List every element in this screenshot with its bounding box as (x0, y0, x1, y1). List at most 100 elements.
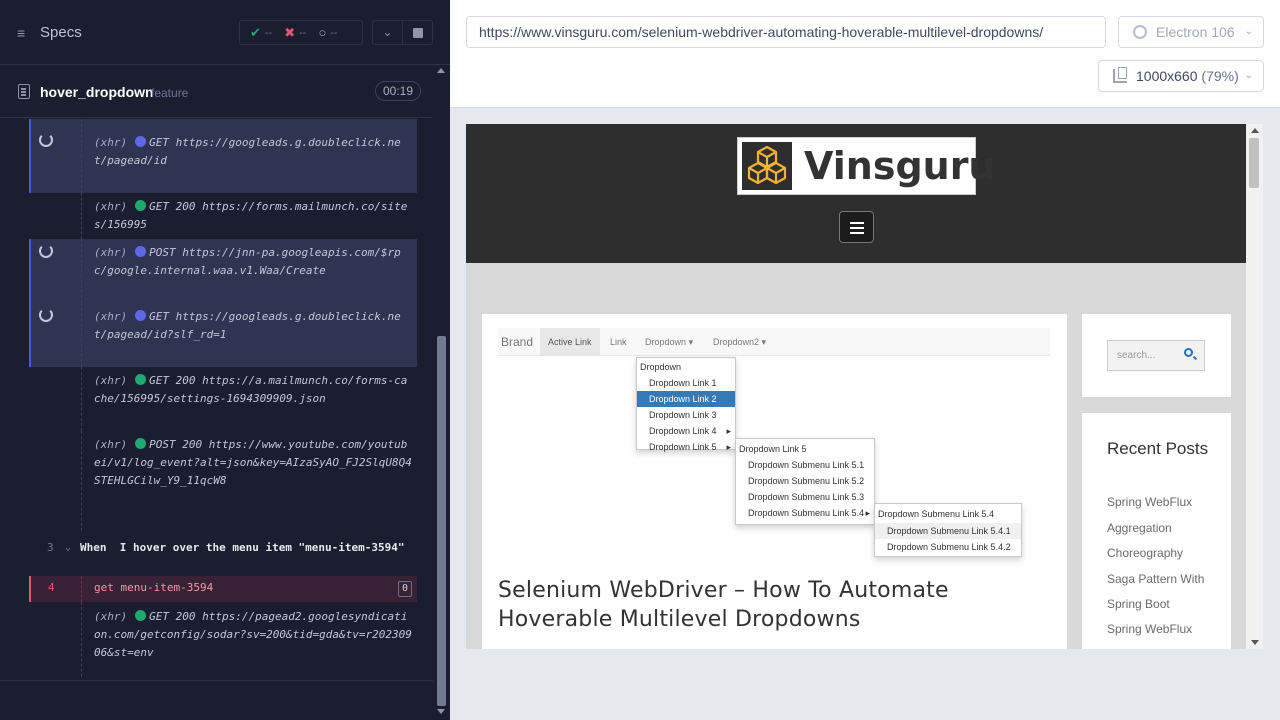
recent-post-link[interactable]: Choreography (1107, 546, 1227, 560)
demo-nav-item: Dropdown2 ▾ (713, 337, 767, 347)
demo-menu-item: Dropdown Submenu Link 5.4.1 (875, 523, 1021, 539)
chevron-down-icon[interactable]: ⌄ (372, 20, 403, 45)
failed-command-get[interactable]: 4 get menu-item-3594 0 (29, 576, 417, 602)
site-scrollbar[interactable] (1246, 124, 1263, 649)
command-log-item[interactable]: (xhr) GET https://googleads.g.doubleclick… (29, 303, 417, 367)
spinner-icon (39, 133, 53, 147)
viewport-label: 1000x660 (79%) (1136, 61, 1239, 91)
dropdown-demo-image: Brand Active Link Link Dropdown ▾ Dropdo… (498, 328, 1050, 566)
pending-dot-icon (135, 246, 147, 257)
command-number: 4 (48, 581, 55, 594)
failed-x-icon: ✖ (284, 24, 296, 40)
scrollbar-thumb[interactable] (1249, 138, 1259, 188)
failed-count: -- (299, 26, 307, 39)
command-type: (xhr) (94, 374, 128, 387)
recent-post-link[interactable]: Aggregation (1107, 521, 1227, 535)
success-dot-icon (135, 374, 147, 385)
command-log-item[interactable]: (xhr) POST 200 https://www.youtube.com/yo… (29, 431, 417, 531)
demo-menu-item: Dropdown Submenu Link 5.4.2 (887, 542, 1011, 552)
website-iframe[interactable]: Vinsguru Brand Active Link Link Dropdown… (466, 124, 1263, 649)
reporter-scrollbar[interactable] (433, 66, 450, 720)
scroll-up-arrow-icon[interactable] (1251, 128, 1259, 133)
stop-icon (413, 28, 423, 38)
command-log-item[interactable]: (xhr) GET https://googleads.g.doubleclick… (29, 119, 417, 193)
app-under-test-panel: https://www.vinsguru.com/selenium-webdri… (450, 0, 1280, 720)
command-status: 200 (175, 374, 196, 387)
command-method: GET (149, 200, 169, 213)
step-when[interactable]: 3 ⌄ When I hover over the menu item "men… (29, 532, 417, 576)
command-type: (xhr) (94, 610, 128, 623)
command-log-item[interactable]: (xhr) GET 200 https://forms.mailmunch.co/… (29, 193, 417, 239)
stop-button[interactable] (403, 20, 433, 45)
success-dot-icon (135, 200, 147, 211)
demo-brand: Brand (501, 335, 534, 349)
command-type: (xhr) (94, 200, 128, 213)
spec-name: hover_dropdown (40, 84, 154, 100)
sidebar-search-widget: search... (1082, 314, 1231, 397)
search-icon[interactable] (1184, 348, 1193, 357)
post-title[interactable]: Selenium WebDriver – How To Automate Hov… (498, 576, 1058, 634)
pending-dot-icon (135, 310, 147, 321)
command-text: get menu-item-3594 (81, 576, 213, 602)
scrollbar-thumb[interactable] (437, 336, 446, 706)
command-status: 200 (175, 610, 196, 623)
command-method: GET (149, 374, 169, 387)
spec-duration: 00:19 (375, 81, 422, 101)
divider (0, 680, 433, 681)
command-method: GET (149, 310, 169, 323)
demo-nav-item: Dropdown ▾ (645, 337, 694, 347)
passed-count: -- (264, 26, 273, 39)
command-status: 200 (175, 200, 196, 213)
demo-menu-item: Dropdown Link 3 (649, 410, 717, 420)
demo-menu-item: Dropdown Link 1 (649, 378, 717, 388)
demo-menu-item: Dropdown Link 4 (637, 423, 735, 439)
url-bar[interactable]: https://www.vinsguru.com/selenium-webdri… (466, 16, 1106, 48)
electron-icon (1133, 25, 1147, 39)
demo-navbar: Brand Active Link Link Dropdown ▾ Dropdo… (498, 328, 1050, 356)
specs-label[interactable]: Specs (40, 24, 82, 41)
demo-menu-header: Dropdown Link 5 (739, 444, 807, 454)
element-count-badge: 0 (398, 581, 412, 597)
command-type: (xhr) (94, 438, 128, 451)
scroll-up-arrow-icon[interactable] (437, 68, 445, 73)
reporter-header: ≡ Specs ✔ -- ✖ -- ○ -- ⌄ (0, 0, 450, 65)
passed-check-icon: ✔ (250, 24, 261, 40)
site-logo[interactable]: Vinsguru (737, 137, 995, 195)
demo-menu-item: Dropdown Link 5 (637, 439, 735, 455)
demo-dropdown-menu: Dropdown Dropdown Link 1 Dropdown Link 2… (636, 357, 736, 455)
spinner-icon (39, 308, 53, 322)
command-method: POST (149, 438, 176, 451)
chevron-down-icon[interactable]: ⌄ (65, 539, 71, 557)
command-log-item[interactable]: (xhr) GET 200 https://a.mailmunch.co/form… (29, 367, 417, 431)
pending-count: -- (330, 26, 338, 39)
step-number: 3 (47, 541, 54, 554)
demo-submenu-nested: Dropdown Submenu Link 5.4 Dropdown Subme… (874, 503, 1022, 557)
logo-text: Vinsguru (804, 144, 996, 188)
recent-post-link[interactable]: Saga Pattern With (1107, 572, 1227, 586)
document-icon (18, 84, 30, 99)
cubes-logo-icon (742, 142, 792, 190)
pending-dot-icon (135, 136, 147, 147)
recent-post-link[interactable]: Spring WebFlux (1107, 622, 1227, 636)
recent-post-link[interactable]: Spring WebFlux (1107, 495, 1227, 509)
command-log-item[interactable]: (xhr) POST https://jnn-pa.googleapis.com/… (29, 239, 417, 303)
scroll-down-arrow-icon[interactable] (1251, 640, 1259, 645)
demo-menu-item: Dropdown Submenu Link 5.3 (748, 492, 865, 502)
test-reporter-panel: ≡ Specs ✔ -- ✖ -- ○ -- ⌄ hover_dropdown … (0, 0, 450, 720)
success-dot-icon (135, 610, 147, 621)
demo-nav-item: Active Link (540, 328, 600, 356)
specs-list-icon[interactable]: ≡ (17, 25, 33, 41)
scroll-down-arrow-icon[interactable] (437, 709, 445, 714)
command-log-item[interactable]: (xhr) GET 200 https://pagead2.googlesyndi… (29, 602, 417, 679)
browser-selector[interactable]: Electron 106 ⌄ (1118, 16, 1264, 48)
command-status: 200 (182, 438, 203, 451)
command-method: GET (149, 136, 169, 149)
step-description: I hover over the menu item "menu-item-35… (119, 541, 405, 554)
spec-extension: feature (151, 86, 189, 100)
command-type: (xhr) (94, 246, 128, 259)
hamburger-menu-button[interactable] (839, 211, 874, 243)
demo-submenu: Dropdown Link 5 Dropdown Submenu Link 5.… (735, 438, 875, 525)
recent-post-link[interactable]: Spring Boot (1107, 597, 1227, 611)
spinner-icon (39, 244, 53, 258)
viewport-selector[interactable]: 1000x660 (79%) ⌄ (1098, 60, 1264, 92)
